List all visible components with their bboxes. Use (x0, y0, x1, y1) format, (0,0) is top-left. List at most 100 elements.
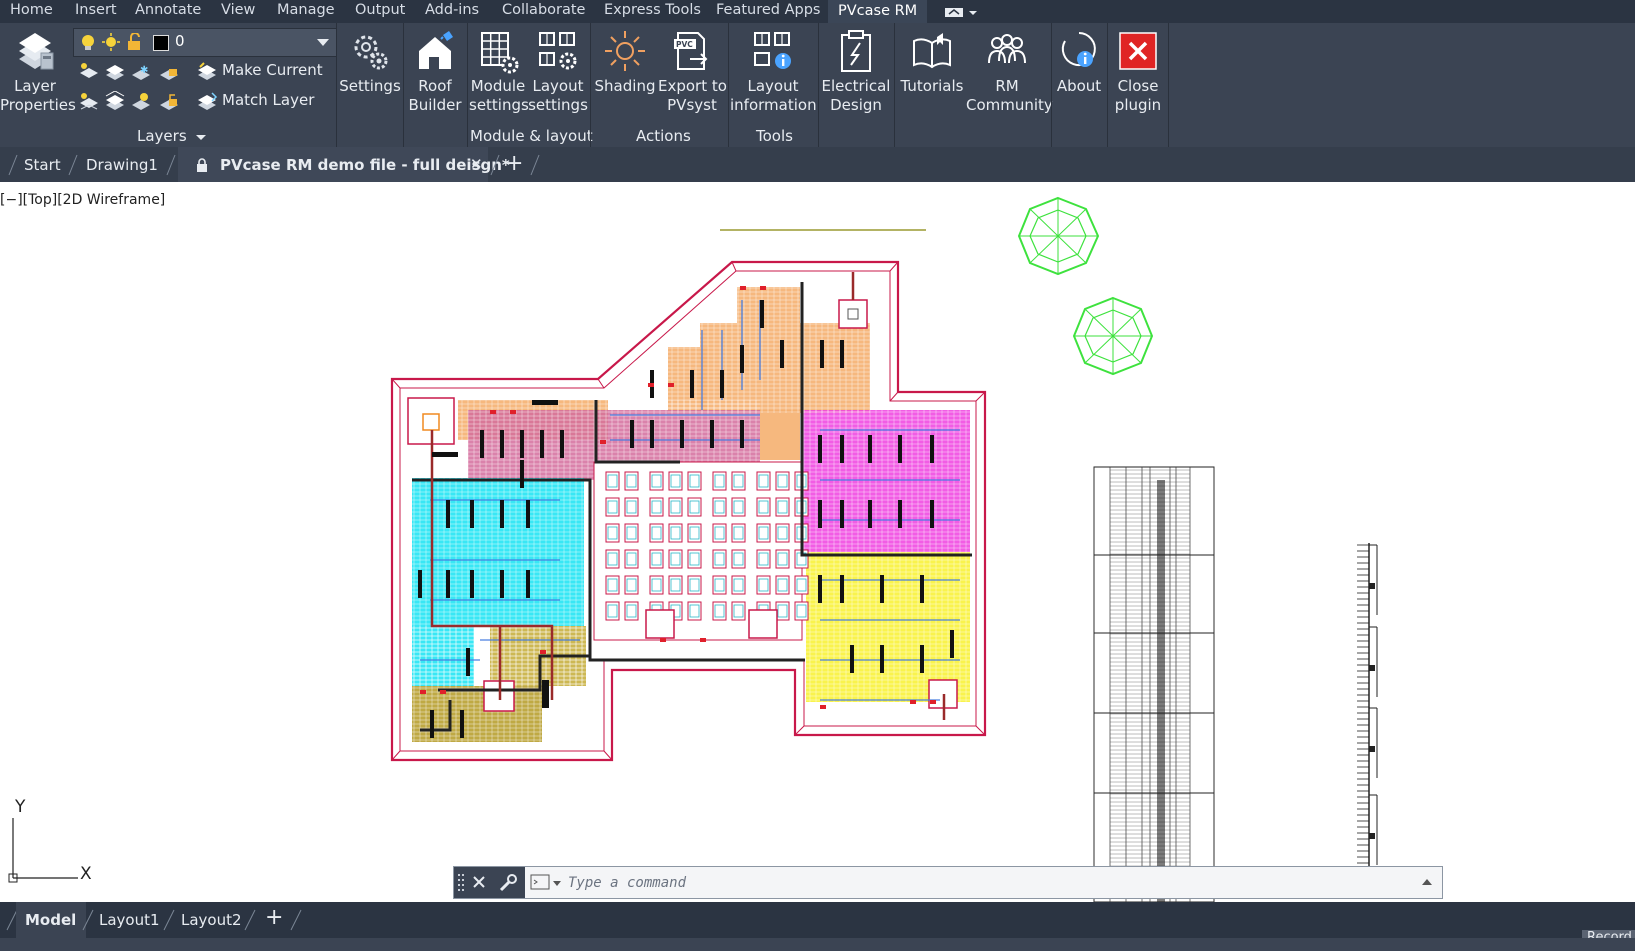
inverter-bar (840, 340, 844, 368)
menu-manage[interactable]: Manage (277, 2, 335, 18)
layout-information-button[interactable]: Layout information (730, 29, 817, 115)
table-frame (1093, 466, 1215, 902)
inverter-bar (460, 710, 464, 738)
tutorials-button[interactable]: Tutorials (896, 29, 968, 96)
tab-drawing1[interactable]: Drawing1 (86, 156, 158, 174)
tree-symbol[interactable] (1017, 196, 1100, 276)
about-info-icon (1061, 32, 1096, 67)
combiner-marker (820, 705, 826, 709)
module-settings-label-2: settings (469, 96, 529, 114)
grip-handle-icon[interactable] (458, 874, 466, 892)
ribbon-display-toggle[interactable] (945, 6, 977, 17)
inverter-bar (780, 340, 784, 368)
tab-start[interactable]: Start (24, 156, 61, 174)
command-line-grip[interactable] (454, 867, 525, 898)
chevron-up-icon[interactable] (1422, 878, 1432, 886)
rm-community-button[interactable]: RM Community (966, 29, 1053, 115)
menu-view[interactable]: View (221, 2, 255, 18)
layer-on-icon[interactable] (104, 91, 126, 111)
string-diagram[interactable] (1357, 543, 1378, 880)
export-pvsyst-label-1: Export to (658, 77, 727, 95)
tree-symbol[interactable] (1072, 296, 1154, 376)
panel-toggle-icon (945, 8, 977, 17)
drawing-canvas[interactable]: Y X (0, 182, 1635, 902)
roof-builder-button[interactable]: Roof Builder (405, 29, 465, 115)
tab-divider (82, 909, 94, 931)
roof-builder-label-2: Builder (408, 96, 462, 114)
export-pvsyst-button[interactable]: PVC Export to PVsyst (658, 29, 727, 115)
viewport-controls[interactable]: [−][Top][2D Wireframe] (0, 192, 165, 208)
wrench-icon[interactable] (498, 873, 518, 893)
layout-settings-button[interactable]: Layout settings (528, 29, 588, 115)
combiner-marker (510, 410, 516, 414)
combiner-marker (648, 383, 654, 387)
layer-unisolate-icon[interactable] (78, 91, 100, 111)
export-pvsyst-label-2: PVsyst (667, 96, 717, 114)
cable-schedule-table[interactable] (1093, 466, 1215, 902)
ucs-x-label: X (80, 864, 92, 884)
close-tab-icon[interactable]: ✕ (470, 155, 483, 173)
settings-button[interactable]: Settings (338, 29, 402, 96)
inverter-bar (500, 430, 504, 458)
layer-freeze-icon[interactable]: ✱ (130, 61, 152, 81)
close-icon[interactable] (472, 875, 486, 889)
obstacle-box[interactable] (838, 299, 868, 329)
layer-isolate-icon[interactable] (78, 61, 100, 81)
layout-settings-label-1: Layout (532, 77, 584, 95)
tab-model[interactable]: Model (25, 911, 76, 929)
inverter-bar (446, 500, 450, 528)
close-plugin-button[interactable]: Close plugin (1110, 29, 1166, 115)
module-settings-button[interactable]: Module settings (469, 29, 529, 115)
menu-express-tools[interactable]: Express Tools (604, 2, 701, 18)
obstacle-box[interactable] (645, 609, 675, 639)
add-tab-button[interactable]: + (505, 151, 523, 176)
layer-off-icon[interactable] (104, 61, 126, 81)
about-button[interactable]: About (1053, 29, 1105, 96)
lock-icon (197, 158, 207, 172)
module-grid-gear-icon (481, 32, 519, 74)
menu-home[interactable]: Home (10, 2, 53, 18)
inverter-bar (868, 435, 872, 463)
layers-group-title[interactable]: Layers (137, 127, 207, 145)
ribbon-separator (818, 23, 819, 147)
obstacle-box[interactable] (748, 609, 778, 639)
menu-insert[interactable]: Insert (75, 2, 117, 18)
ribbon-separator (894, 23, 895, 147)
add-layout-button[interactable]: + (265, 905, 283, 930)
inverter-bar (840, 575, 844, 603)
roof-layout-drawing[interactable] (0, 182, 1635, 902)
menu-addins[interactable]: Add-ins (425, 2, 479, 18)
menu-annotate[interactable]: Annotate (135, 2, 201, 18)
menu-output[interactable]: Output (355, 2, 405, 18)
combiner-marker (490, 410, 496, 414)
make-current-button[interactable]: Make Current (196, 61, 323, 80)
command-history-icon[interactable] (530, 874, 562, 892)
module-layout-group-label: Module & layout (470, 127, 593, 145)
layer-unlock-tool-icon[interactable] (158, 91, 180, 111)
layer-properties-button[interactable]: Layer Properties (0, 29, 76, 115)
inverter-bar (526, 500, 530, 528)
layer-lock-icon[interactable] (158, 61, 180, 81)
actions-group-title: Actions (636, 127, 691, 145)
tab-active-drawing[interactable]: PVcase RM demo file - full deisgn* ✕ (178, 147, 510, 182)
shading-button[interactable]: Shading (592, 29, 658, 96)
inverter-bar (520, 430, 524, 458)
menu-pvcase-rm[interactable]: PVcase RM (828, 0, 928, 23)
tab-layout2[interactable]: Layout2 (181, 911, 242, 929)
menu-collaborate[interactable]: Collaborate (502, 2, 585, 18)
layer-tools-row-1: ✱ (78, 61, 198, 83)
electrical-design-label-2: Design (830, 96, 882, 114)
match-layer-button[interactable]: Match Layer (196, 91, 314, 110)
electrical-design-button[interactable]: Electrical Design (820, 29, 892, 115)
inverter-bar (820, 340, 824, 368)
inverter-bar (532, 400, 558, 405)
command-input[interactable] (566, 871, 1370, 895)
menu-featured-apps[interactable]: Featured Apps (716, 2, 821, 18)
layer-thaw-icon[interactable] (130, 91, 152, 111)
tab-layout1[interactable]: Layout1 (99, 911, 160, 929)
layer-tools-row-2 (78, 91, 198, 113)
layer-dropdown[interactable]: 0 (73, 28, 337, 57)
layer-color-swatch (153, 35, 169, 51)
inverter-bar (920, 645, 924, 673)
inverter-bar (470, 500, 474, 528)
